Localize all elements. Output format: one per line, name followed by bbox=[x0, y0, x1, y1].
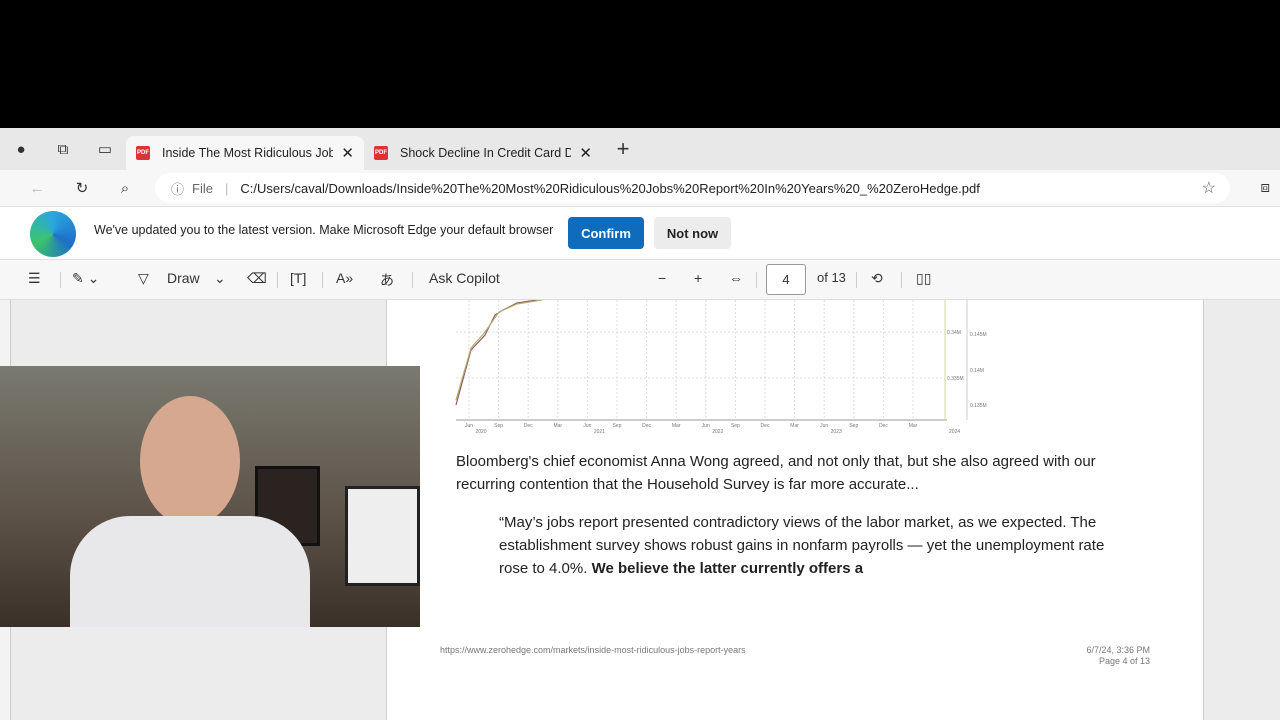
collections-icon[interactable]: ⧉ bbox=[42, 128, 84, 170]
chart-image: Jun Sep Dec Mar Jun Sep Dec Mar Jun Sep Dec Mar Jun S… bbox=[455, 300, 987, 435]
x-tick-label: Mar bbox=[553, 423, 562, 429]
right-axis-label: 0.135M bbox=[970, 403, 987, 409]
scheme-label: File bbox=[192, 180, 213, 196]
search-icon[interactable]: ⌕ bbox=[104, 167, 146, 209]
x-tick-label: Mar bbox=[909, 423, 918, 429]
draw-icon[interactable]: ▽ bbox=[138, 270, 149, 287]
divider bbox=[901, 272, 902, 288]
highlight-icon[interactable]: ✎ ⌄ bbox=[72, 270, 99, 287]
tab-title: Inside The Most Ridiculous Jobs Report I… bbox=[162, 146, 334, 160]
eraser-icon[interactable]: ⌫ bbox=[247, 270, 267, 287]
divider bbox=[756, 272, 757, 288]
person-head bbox=[140, 396, 240, 526]
tab-active[interactable]: PDF Inside The Most Ridiculous Jobs Repo… bbox=[126, 136, 364, 170]
address-bar-row: ← ↻ ⌕ ⓘ File | C:/Users/caval/Downloads/… bbox=[0, 170, 1280, 206]
divider bbox=[412, 272, 413, 288]
paragraph: Bloomberg's chief economist Anna Wong ag… bbox=[456, 453, 1096, 493]
pdf-page: Jun Sep Dec Mar Jun Sep Dec Mar Jun Sep Dec Mar Jun S… bbox=[386, 300, 1204, 720]
pdf-toolbar: ☰ ✎ ⌄ ▽ Draw ⌄ ⌫ [T] A» あ Ask Copilot − … bbox=[0, 260, 1280, 300]
footer-url[interactable]: https://www.zerohedge.com/markets/inside… bbox=[440, 645, 746, 655]
zoom-in-icon[interactable]: + bbox=[694, 270, 702, 286]
x-tick-label: Dec bbox=[642, 423, 651, 429]
x-tick-label: Jun bbox=[465, 423, 473, 429]
contents-icon[interactable]: ☰ bbox=[28, 270, 41, 287]
page-count: of 13 bbox=[817, 270, 846, 285]
x-tick-label: Sep bbox=[613, 423, 622, 429]
tab-actions-icon[interactable]: ▭ bbox=[84, 128, 126, 170]
year-label: 2024 bbox=[949, 429, 960, 435]
confirm-button[interactable]: Confirm bbox=[568, 217, 644, 249]
info-icon[interactable]: ⓘ bbox=[171, 179, 184, 198]
page-number-input[interactable]: 4 bbox=[766, 264, 806, 295]
webcam-overlay bbox=[0, 366, 420, 627]
edge-logo bbox=[30, 211, 76, 257]
certificate-frame bbox=[345, 486, 420, 586]
not-now-button[interactable]: Not now bbox=[654, 217, 731, 249]
x-tick-label: Mar bbox=[672, 423, 681, 429]
page-view-icon[interactable]: ▯▯ bbox=[916, 270, 931, 287]
default-browser-banner: We've updated you to the latest version.… bbox=[0, 206, 1280, 260]
close-tab-icon[interactable]: ✕ bbox=[579, 144, 592, 162]
draw-chevron-icon[interactable]: ⌄ bbox=[214, 270, 226, 287]
x-tick-label: Dec bbox=[761, 423, 770, 429]
year-label: 2023 bbox=[831, 429, 842, 435]
footer-date: 6/7/24, 3:36 PM bbox=[1086, 645, 1150, 655]
year-label: 2022 bbox=[712, 429, 723, 435]
pdf-icon: PDF bbox=[136, 146, 150, 160]
pdf-icon: PDF bbox=[374, 146, 388, 160]
divider bbox=[322, 272, 323, 288]
x-tick-label: Jun bbox=[702, 423, 710, 429]
address-input[interactable]: ⓘ File | C:/Users/caval/Downloads/Inside… bbox=[155, 173, 1230, 203]
tab-title: Shock Decline In Credit Card Debt bbox=[400, 146, 572, 160]
divider bbox=[277, 272, 278, 288]
left-axis-label: 0.335M bbox=[947, 376, 964, 382]
x-tick-label: Sep bbox=[494, 423, 503, 429]
quote: “May’s jobs report presented contradicto… bbox=[499, 511, 1109, 580]
fit-page-icon[interactable]: ⇔ bbox=[729, 270, 743, 286]
x-tick-label: Mar bbox=[790, 423, 799, 429]
profile-icon[interactable]: ● bbox=[0, 128, 42, 170]
divider bbox=[60, 272, 61, 288]
favorite-star-icon[interactable]: ☆ bbox=[1202, 178, 1216, 198]
translate-icon[interactable]: あ bbox=[380, 270, 394, 290]
divider: | bbox=[224, 180, 229, 196]
x-tick-label: Sep bbox=[849, 423, 858, 429]
url-text: C:/Users/caval/Downloads/Inside%20The%20… bbox=[240, 180, 980, 196]
x-tick-label: Dec bbox=[524, 423, 533, 429]
tab-bar: ● ⧉ ▭ PDF Inside The Most Ridiculous Job… bbox=[0, 128, 1280, 170]
left-axis-label: 0.34M bbox=[947, 330, 961, 336]
read-aloud-icon[interactable]: A» bbox=[336, 270, 353, 286]
footer-page: Page 4 of 13 bbox=[1098, 656, 1150, 666]
banner-message: We've updated you to the latest version.… bbox=[94, 223, 554, 237]
divider bbox=[856, 272, 857, 288]
back-icon[interactable]: ← bbox=[16, 167, 58, 209]
x-tick-label: Jun bbox=[820, 423, 828, 429]
quote-bold-text: We believe the latter currently offers a bbox=[591, 560, 864, 577]
refresh-icon[interactable]: ↻ bbox=[61, 167, 103, 209]
rotate-icon[interactable]: ⟲ bbox=[871, 270, 883, 287]
extensions-icon[interactable]: ⧈ bbox=[1260, 179, 1270, 196]
right-axis-label: 0.145M bbox=[970, 332, 987, 338]
x-tick-label: Dec bbox=[879, 423, 888, 429]
year-label: 2020 bbox=[475, 429, 486, 435]
new-tab-icon[interactable]: + bbox=[602, 128, 644, 170]
tab-inactive[interactable]: PDF Shock Decline In Credit Card Debt ✕ bbox=[364, 136, 602, 170]
zoom-out-icon[interactable]: − bbox=[658, 270, 666, 286]
year-label: 2021 bbox=[594, 429, 605, 435]
close-tab-icon[interactable]: ✕ bbox=[341, 144, 354, 162]
x-tick-label: Sep bbox=[731, 423, 740, 429]
draw-button[interactable]: Draw bbox=[167, 270, 200, 286]
x-tick-label: Jun bbox=[583, 423, 591, 429]
right-axis-label: 0.14M bbox=[970, 368, 984, 374]
ask-copilot-button[interactable]: Ask Copilot bbox=[429, 270, 500, 286]
text-box-icon[interactable]: [T] bbox=[290, 270, 306, 286]
person-shirt bbox=[70, 516, 310, 627]
